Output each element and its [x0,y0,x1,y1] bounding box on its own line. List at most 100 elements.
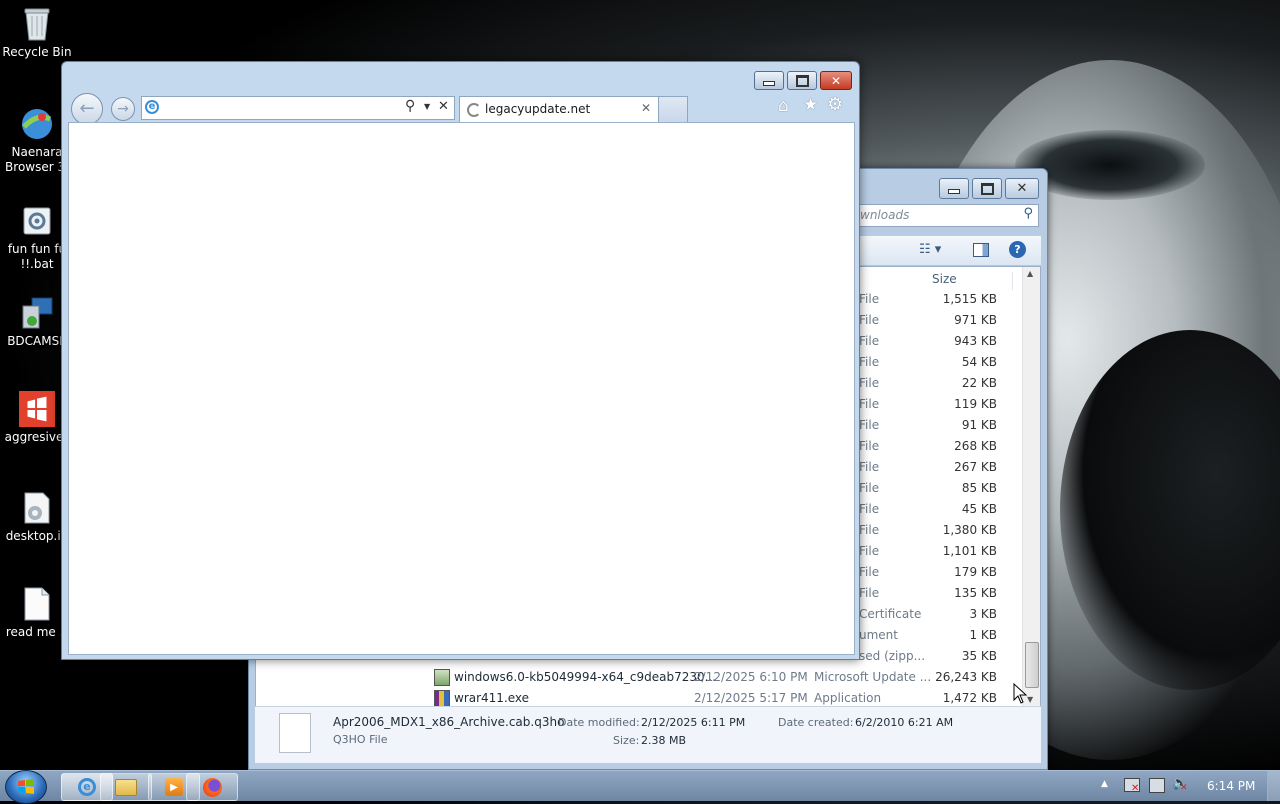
row-size: 1,515 KB [942,292,997,306]
row-name: wrar411.exe [454,691,530,705]
taskbar: e ▶ ▲ ✕ 🔈 ✕ 6:14 PM [0,770,1280,804]
settings-file-icon [19,490,55,526]
explorer-details-pane: Apr2006_MDX1_x86_Archive.cab.q3ho Q3HO F… [255,706,1041,763]
ie-close-button[interactable]: ✕ [820,71,852,90]
details-created-label: Date created: [778,716,854,729]
explorer-maximize-button[interactable] [972,178,1002,199]
row-type: Microsoft Update ... [814,670,932,684]
explorer-search-input[interactable]: wnloads [860,208,909,222]
row-type: File [859,418,880,432]
row-date: 2/12/2025 5:17 PM [694,691,808,705]
row-type: File [859,376,880,390]
tools-gear-icon[interactable]: ⚙ [827,94,843,115]
details-size-value: 2.38 MB [641,734,687,747]
windows-logo-icon [19,391,55,427]
row-size: 179 KB [954,565,997,579]
ie-minimize-button[interactable] [754,71,784,90]
row-name: windows6.0-kb5049994-x64_c9deab7230... [454,670,717,684]
row-size: 943 KB [954,334,997,348]
preview-pane-icon[interactable] [973,243,989,257]
desktop-icon-label: Recycle Bin [2,45,72,59]
row-size: 3 KB [969,607,997,621]
row-size: 135 KB [954,586,997,600]
row-type: File [859,334,880,348]
folder-icon [115,778,137,796]
forward-arrow-icon: → [117,101,129,117]
recycle-bin-icon [19,6,55,42]
search-icon: ⚲ [1023,206,1033,221]
tab-close-icon[interactable]: ✕ [641,101,651,115]
dropdown-arrow-icon[interactable]: ▼ [424,102,430,111]
row-type: Application [814,691,882,705]
row-type: File [859,565,880,579]
row-size: 35 KB [961,649,997,663]
row-size: 85 KB [961,481,997,495]
new-tab-button[interactable] [658,96,688,122]
row-date: 2/12/2025 6:10 PM [694,670,808,684]
row-size: 45 KB [961,502,997,516]
scroll-down-icon[interactable]: ▼ [1027,695,1033,704]
windows-logo-icon [18,779,34,794]
ie-window[interactable]: ✕ ← → e ⚲ ▼ ✕ legacyupdate.net ✕ ⌂ ★ ⚙ [61,61,860,660]
show-desktop-button[interactable] [1267,771,1280,801]
table-row[interactable]: windows6.0-kb5049994-x64_c9deab7230... 2/… [256,667,1040,688]
details-modified-value: 2/12/2025 6:11 PM [641,716,746,729]
tab-title: legacyupdate.net [485,102,591,116]
scroll-thumb[interactable] [1025,642,1039,688]
row-size: 22 KB [961,376,997,390]
start-button[interactable] [5,770,47,804]
globe-icon [19,106,55,142]
update-package-icon [434,669,450,686]
size-header-label: Size [932,272,957,286]
loading-spinner-icon [467,103,481,117]
show-hidden-icons-icon[interactable]: ▲ [1101,779,1108,789]
help-icon[interactable]: ? [1009,241,1026,258]
row-type: File [859,544,880,558]
tab-legacyupdate[interactable]: legacyupdate.net ✕ [459,96,659,122]
row-type: File [859,502,880,516]
search-icon[interactable]: ⚲ [405,98,415,114]
explorer-search-box[interactable]: wnloads ⚲ [855,204,1039,227]
row-size: 119 KB [954,397,997,411]
row-type: File [859,439,880,453]
row-size: 1,472 KB [942,691,997,705]
explorer-scrollbar[interactable]: ▲ ▼ [1022,267,1040,706]
back-button[interactable]: ← [71,93,103,125]
view-options-icon[interactable]: ☷ ▾ [919,242,941,257]
action-center-icon[interactable] [1149,778,1165,793]
address-bar[interactable]: e ⚲ ▼ ✕ [141,96,455,120]
forward-button[interactable]: → [111,97,135,121]
row-size: 54 KB [961,355,997,369]
installer-icon [19,295,55,331]
details-modified-label: Date modified: [558,716,640,729]
row-type: ument [859,628,898,642]
taskbar-explorer-button[interactable] [100,773,152,801]
details-size-label: Size: [613,734,640,747]
row-size: 91 KB [961,418,997,432]
file-thumbnail-icon [279,713,311,753]
firefox-icon [202,777,222,797]
ie-page-content[interactable] [68,122,855,655]
ie-maximize-button[interactable] [787,71,817,90]
volume-muted-x-icon: ✕ [1180,783,1188,793]
row-type: File [859,313,880,327]
scroll-up-icon[interactable]: ▲ [1027,269,1033,278]
row-type: File [859,397,880,411]
details-filename: Apr2006_MDX1_x86_Archive.cab.q3ho [333,715,565,729]
taskbar-firefox-button[interactable] [186,773,238,801]
restore-icon [980,182,994,195]
explorer-minimize-button[interactable] [939,178,969,199]
row-size: 26,243 KB [935,670,997,684]
row-size: 1,380 KB [942,523,997,537]
size-column-header[interactable]: Size [932,272,1013,290]
stop-icon[interactable]: ✕ [438,99,449,114]
row-size: 268 KB [954,439,997,453]
taskbar-clock[interactable]: 6:14 PM [1207,779,1255,793]
row-type: File [859,292,880,306]
home-icon[interactable]: ⌂ [778,96,789,116]
explorer-close-button[interactable]: ✕ [1005,178,1039,199]
details-created-value: 6/2/2010 6:21 AM [855,716,954,729]
row-type: sed (zipp... [859,649,926,663]
favorites-star-icon[interactable]: ★ [803,95,818,115]
desktop-icon-recycle-bin[interactable]: Recycle Bin [0,6,76,60]
